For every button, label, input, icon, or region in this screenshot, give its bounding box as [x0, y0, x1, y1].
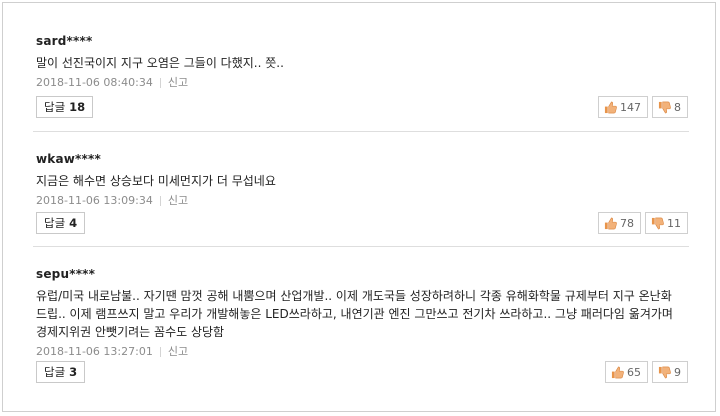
thumbs-down-icon	[658, 366, 671, 379]
like-button[interactable]: 147	[598, 96, 648, 118]
comment-date: 2018-11-06 08:40:34	[36, 76, 153, 89]
comment-username: sepu****	[36, 267, 96, 281]
comment-item: sepu**** 유럽/미국 내로남불.. 자기땐 맘껏 공해 내뿜으며 산업개…	[36, 266, 688, 383]
thumbs-down-icon	[651, 217, 664, 230]
like-count: 65	[627, 365, 641, 379]
reply-count: 4	[69, 216, 78, 230]
comment-list: sard**** 말이 선진국이지 지구 오염은 그들이 다했지.. 쯧.. 2…	[2, 2, 716, 412]
vote-group: 65 9	[605, 361, 688, 383]
comment-date: 2018-11-06 13:09:34	[36, 194, 153, 207]
comment-username: sard****	[36, 34, 93, 48]
comment-text: 말이 선진국이지 지구 오염은 그들이 다했지.. 쯧..	[36, 56, 284, 70]
reply-count: 3	[69, 365, 78, 379]
reply-button[interactable]: 답글 4	[36, 212, 86, 234]
comment-text: 유럽/미국 내로남불.. 자기땐 맘껏 공해 내뿜으며 산업개발.. 이제 개도…	[36, 289, 673, 339]
like-button[interactable]: 65	[605, 361, 648, 383]
thumbs-up-icon	[604, 217, 617, 230]
like-count: 147	[620, 100, 641, 114]
vote-group: 147 8	[598, 96, 688, 118]
report-link[interactable]: 신고	[168, 75, 188, 91]
dislike-button[interactable]: 11	[645, 212, 688, 234]
like-button[interactable]: 78	[598, 212, 641, 234]
dislike-button[interactable]: 9	[652, 361, 688, 383]
comment-divider	[33, 131, 689, 132]
meta-divider	[159, 347, 161, 357]
reply-label: 답글	[44, 365, 66, 379]
comment-item: sard**** 말이 선진국이지 지구 오염은 그들이 다했지.. 쯧.. 2…	[36, 33, 688, 118]
dislike-count: 11	[667, 216, 681, 230]
vote-group: 78 11	[598, 212, 688, 234]
comment-item: wkaw**** 지금은 해수면 상승보다 미세먼지가 더 무섭네요 2018-…	[36, 151, 688, 234]
meta-divider	[159, 196, 161, 206]
thumbs-up-icon	[611, 366, 624, 379]
reply-button[interactable]: 답글 3	[36, 361, 86, 383]
comment-meta: 2018-11-06 13:27:01 신고	[36, 344, 688, 360]
meta-divider	[159, 78, 161, 88]
report-link[interactable]: 신고	[168, 193, 188, 209]
comment-divider	[33, 246, 689, 247]
comment-meta: 2018-11-06 08:40:34 신고	[36, 75, 688, 91]
thumbs-down-icon	[658, 101, 671, 114]
comment-text: 지금은 해수면 상승보다 미세먼지가 더 무섭네요	[36, 174, 276, 188]
report-link[interactable]: 신고	[168, 344, 188, 360]
dislike-count: 9	[674, 365, 681, 379]
comment-username: wkaw****	[36, 152, 101, 166]
thumbs-up-icon	[604, 101, 617, 114]
comment-meta: 2018-11-06 13:09:34 신고	[36, 193, 688, 209]
dislike-count: 8	[674, 100, 681, 114]
comment-date: 2018-11-06 13:27:01	[36, 345, 153, 358]
reply-label: 답글	[44, 216, 66, 230]
like-count: 78	[620, 216, 634, 230]
reply-count: 18	[69, 100, 86, 114]
reply-label: 답글	[44, 100, 66, 114]
dislike-button[interactable]: 8	[652, 96, 688, 118]
reply-button[interactable]: 답글 18	[36, 96, 94, 118]
